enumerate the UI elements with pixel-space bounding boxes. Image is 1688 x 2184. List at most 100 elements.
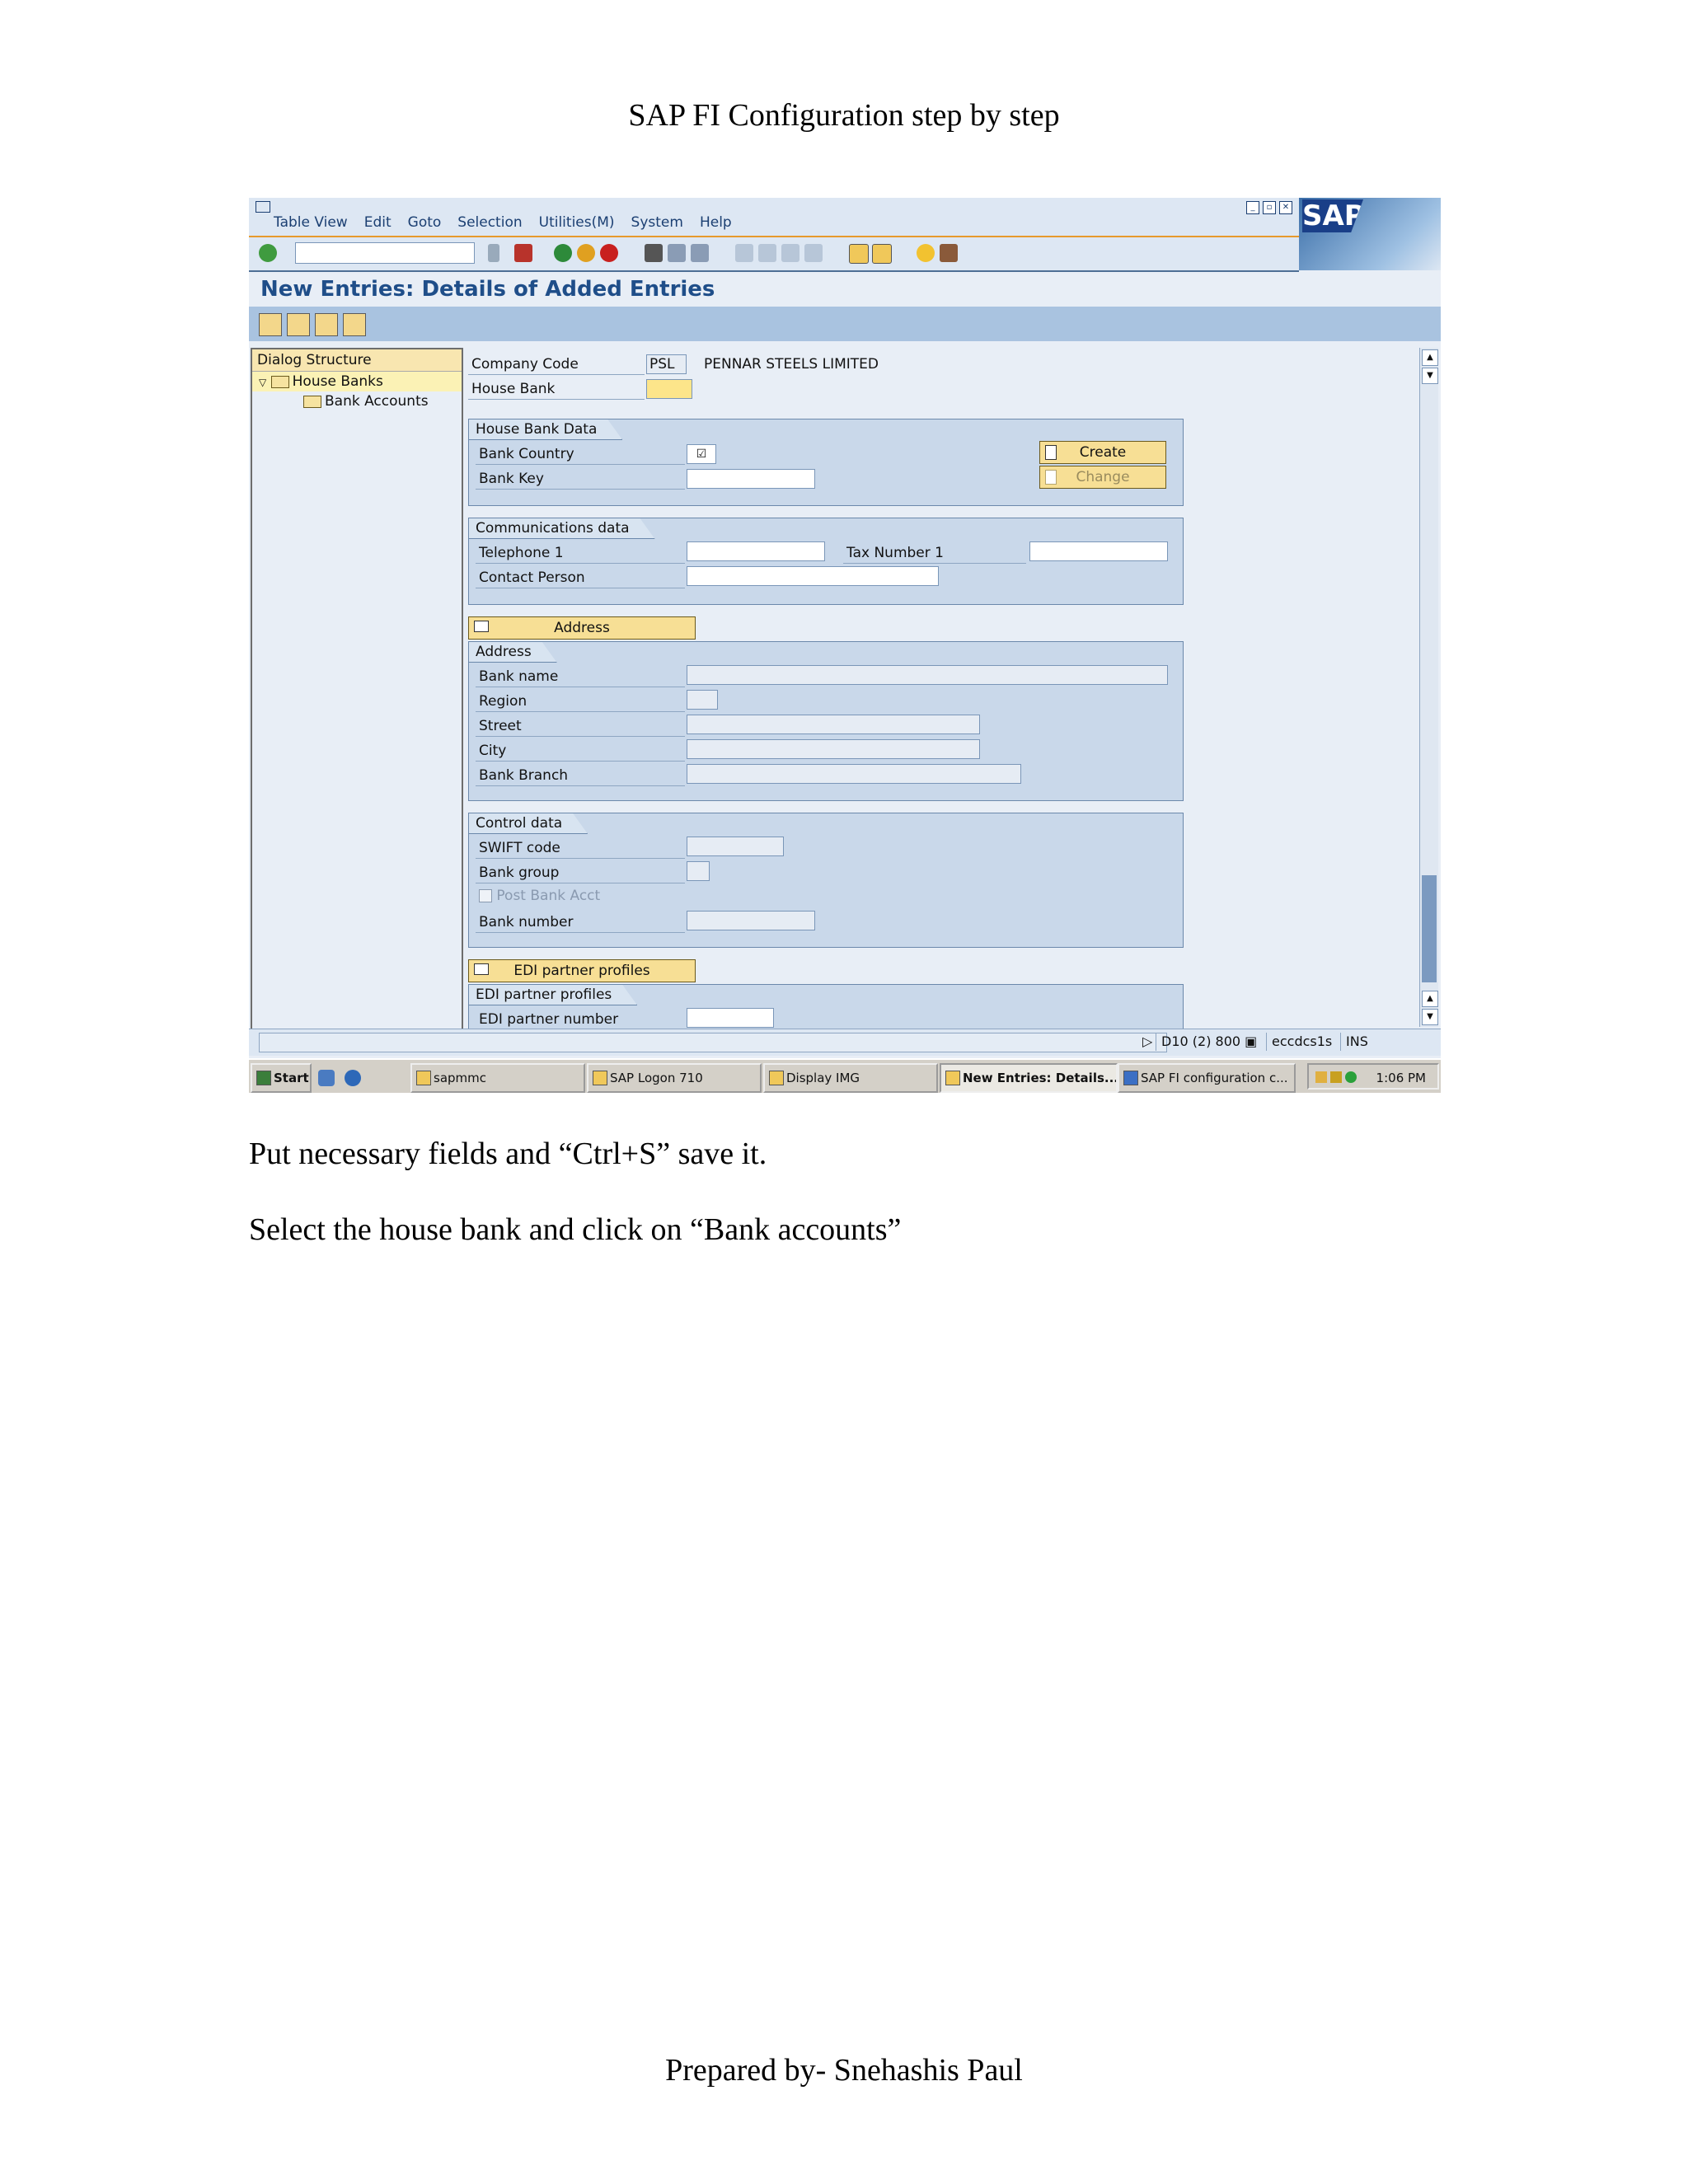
task-sapmmc[interactable]: sapmmc [410, 1063, 585, 1093]
task-label: SAP FI configuration c... [1141, 1071, 1288, 1085]
system-info-text: D10 (2) 800 [1161, 1033, 1241, 1049]
tree-item-house-banks[interactable]: ▽ House Banks [252, 372, 462, 391]
task-label: Display IMG [786, 1071, 860, 1085]
display-change-icon[interactable] [259, 313, 282, 336]
close-icon[interactable]: ✕ [1279, 201, 1292, 214]
region-field[interactable] [687, 690, 718, 710]
browser-icon[interactable] [345, 1070, 361, 1086]
status-message-area [259, 1033, 1167, 1052]
tray-folder-icon[interactable] [1315, 1071, 1327, 1083]
find-icon[interactable] [668, 244, 686, 262]
windows-taskbar: Start sapmmc SAP Logon 710 Display IMG N… [249, 1058, 1441, 1093]
menu-document-icon[interactable] [256, 201, 270, 213]
bank-number-field[interactable] [687, 911, 815, 930]
quick-launch-icon[interactable] [318, 1070, 335, 1086]
scroll-down-small-icon[interactable]: ▼ [1422, 368, 1438, 384]
bank-key-field[interactable] [687, 469, 815, 489]
enter-icon[interactable] [259, 244, 277, 262]
clock: 1:06 PM [1376, 1071, 1426, 1085]
status-expand-icon[interactable]: ▷ [1137, 1033, 1157, 1051]
tray-network-icon[interactable] [1345, 1071, 1357, 1083]
region-label: Region [476, 691, 685, 712]
tax-number-field[interactable] [1029, 541, 1168, 561]
exit-icon[interactable] [577, 244, 595, 262]
sap-logo: SAP [1299, 198, 1441, 270]
tray-alert-icon[interactable] [1330, 1071, 1342, 1083]
contact-person-field[interactable] [687, 566, 939, 586]
street-label: Street [476, 716, 685, 737]
find-next-icon[interactable] [691, 244, 709, 262]
bank-group-label: Bank group [476, 863, 685, 883]
save-icon[interactable] [514, 244, 532, 262]
tax-number-label: Tax Number 1 [843, 543, 1026, 564]
vertical-scrollbar[interactable]: ▲ ▼ ▲ ▼ [1419, 348, 1438, 1027]
screen-title: New Entries: Details of Added Entries [260, 277, 715, 302]
bank-branch-field[interactable] [687, 764, 1021, 784]
expand-section-icon [474, 963, 489, 975]
back-icon[interactable] [554, 244, 572, 262]
print-icon[interactable] [645, 244, 663, 262]
menu-selection[interactable]: Selection [457, 214, 522, 231]
edi-toggle-button[interactable]: EDI partner profiles [468, 959, 696, 982]
layout-menu-icon[interactable] [940, 244, 958, 262]
company-name: PENNAR STEELS LIMITED [704, 356, 879, 373]
restore-icon[interactable]: ▫ [1263, 201, 1276, 214]
contact-person-label: Contact Person [476, 568, 685, 588]
city-field[interactable] [687, 739, 980, 759]
previous-page-icon[interactable] [758, 244, 776, 262]
change-bank-button[interactable]: Change [1039, 466, 1166, 489]
tree-header: Dialog Structure [252, 349, 462, 372]
address-title: Address [469, 642, 557, 663]
help-icon[interactable] [917, 244, 935, 262]
bank-name-field[interactable] [687, 665, 1168, 685]
next-entry-icon[interactable] [343, 313, 366, 336]
task-sap-logon[interactable]: SAP Logon 710 [587, 1063, 762, 1093]
edi-partner-number-field[interactable] [687, 1008, 774, 1028]
menu-goto[interactable]: Goto [408, 214, 442, 231]
scroll-thumb[interactable] [1422, 875, 1437, 982]
app-icon [593, 1071, 607, 1085]
scroll-down-icon[interactable]: ▼ [1422, 1009, 1438, 1025]
first-page-icon[interactable] [735, 244, 753, 262]
create-session-icon[interactable] [849, 244, 869, 264]
scroll-up-small-icon[interactable]: ▲ [1422, 991, 1438, 1007]
menu-help[interactable]: Help [700, 214, 732, 231]
menu-utilities[interactable]: Utilities(M) [539, 214, 615, 231]
street-field[interactable] [687, 715, 980, 734]
change-label: Change [1076, 469, 1130, 485]
task-sap-fi-document[interactable]: SAP FI configuration c... [1118, 1063, 1296, 1093]
task-display-img[interactable]: Display IMG [763, 1063, 938, 1093]
windows-logo-icon [256, 1071, 271, 1085]
bank-group-field[interactable] [687, 861, 710, 881]
last-page-icon[interactable] [804, 244, 823, 262]
previous-entry-icon[interactable] [315, 313, 338, 336]
tree-item-bank-accounts[interactable]: Bank Accounts [252, 391, 462, 411]
telephone-label: Telephone 1 [476, 543, 685, 564]
command-field[interactable] [295, 242, 475, 264]
start-button[interactable]: Start [251, 1063, 312, 1093]
task-new-entries[interactable]: New Entries: Details... [940, 1063, 1118, 1093]
post-bank-acct-checkbox[interactable] [479, 889, 492, 902]
cancel-icon[interactable] [600, 244, 618, 262]
telephone-field[interactable] [687, 541, 825, 561]
menu-edit[interactable]: Edit [364, 214, 392, 231]
address-toggle-button[interactable]: Address [468, 616, 696, 640]
delete-icon[interactable] [287, 313, 310, 336]
shortcut-icon[interactable] [872, 244, 892, 264]
swift-code-field[interactable] [687, 837, 784, 856]
house-bank-field[interactable] [646, 379, 692, 399]
insert-mode: INS [1340, 1033, 1373, 1051]
menu-table-view[interactable]: Table View [274, 214, 348, 231]
edi-group: EDI partner profiles EDI partner number [468, 984, 1184, 1035]
minimize-icon[interactable]: _ [1246, 201, 1259, 214]
next-page-icon[interactable] [781, 244, 799, 262]
expand-triangle-icon[interactable]: ▽ [259, 377, 266, 388]
bank-country-label: Bank Country [476, 444, 685, 465]
communications-title: Communications data [469, 518, 655, 539]
scroll-up-icon[interactable]: ▲ [1422, 349, 1438, 366]
create-bank-button[interactable]: Create [1039, 441, 1166, 464]
back-arrow-icon[interactable] [488, 244, 499, 262]
bank-country-field[interactable]: ☑ [687, 444, 716, 464]
system-info[interactable]: D10 (2) 800 ▣ [1156, 1033, 1262, 1051]
menu-system[interactable]: System [631, 214, 683, 231]
